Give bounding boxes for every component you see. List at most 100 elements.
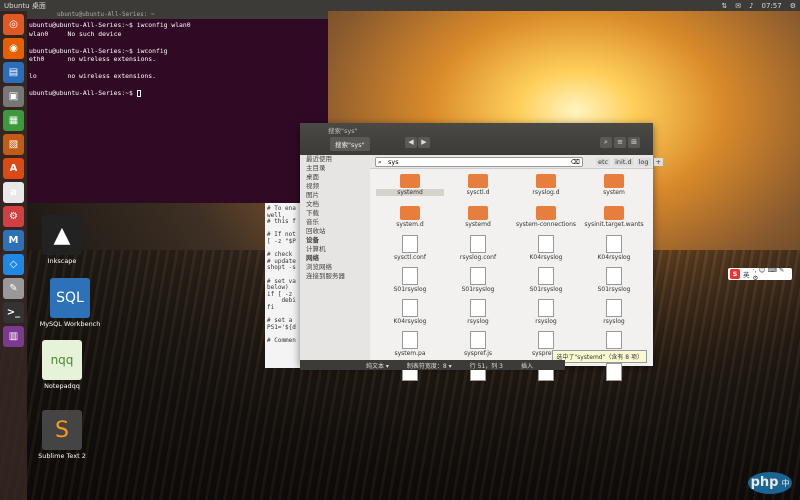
sidebar-item[interactable]: 桌面 bbox=[300, 173, 370, 182]
file-item[interactable]: K04rsyslog bbox=[512, 233, 580, 265]
top-panel: Ubuntu 桌面 ⇅ ✉ ♪ 07:57 ⚙ bbox=[0, 0, 800, 11]
desktop-icon-notepadqq[interactable]: nqq Notepadqq bbox=[30, 340, 94, 390]
sidebar-item[interactable]: 回收站 bbox=[300, 227, 370, 236]
file-item[interactable]: sysctl.conf bbox=[376, 233, 444, 265]
folder-icon bbox=[536, 174, 556, 188]
firefox-icon[interactable]: ◉ bbox=[3, 38, 24, 59]
text-file-icon bbox=[606, 299, 622, 317]
file-label: K04rsyslog bbox=[393, 318, 427, 325]
network-icon[interactable]: ⇅ bbox=[721, 2, 727, 10]
file-grid: systemd sysctl.d rsyslog.d system system.d sy… bbox=[376, 169, 648, 381]
terminal-icon[interactable]: >_ bbox=[3, 302, 24, 323]
input-method-bar[interactable]: S 英 ·, ☺ ⌨ ✎ ⚙ bbox=[728, 266, 792, 282]
language-icon[interactable]: ✉ bbox=[735, 2, 741, 10]
folder-item[interactable]: systemd bbox=[444, 201, 512, 233]
list-view-icon[interactable]: ≡ bbox=[614, 137, 626, 148]
tab-width-selector[interactable]: 制表符宽度：8 ▾ bbox=[407, 361, 452, 370]
text-file-icon bbox=[538, 267, 554, 285]
writer-icon[interactable]: ▤ bbox=[3, 62, 24, 83]
ime-extras[interactable]: ·, ☺ ⌨ ✎ ⚙ bbox=[752, 266, 792, 282]
text-editor-icon[interactable]: ✎ bbox=[3, 278, 24, 299]
text-file-icon bbox=[606, 363, 622, 381]
file-item[interactable]: S01rsyslog bbox=[444, 265, 512, 297]
clear-search-icon[interactable]: ⌫ bbox=[571, 158, 580, 167]
file-item[interactable]: rsyslog bbox=[444, 297, 512, 329]
impress-icon[interactable]: ▧ bbox=[3, 134, 24, 155]
settings-icon[interactable]: ⚙ bbox=[790, 2, 796, 10]
sidebar-item[interactable]: 连接到服务器 bbox=[300, 272, 370, 281]
forward-button[interactable]: ▶ bbox=[418, 137, 430, 148]
desktop-icon-mysql[interactable]: SQL MySQL Workbench bbox=[38, 278, 102, 328]
folder-item[interactable]: system-connections bbox=[512, 201, 580, 233]
file-item[interactable] bbox=[580, 361, 648, 393]
sidebar-item[interactable]: 下载 bbox=[300, 209, 370, 218]
clock[interactable]: 07:57 bbox=[762, 2, 782, 10]
text-file-icon bbox=[402, 267, 418, 285]
file-item[interactable]: syspref.js bbox=[444, 329, 512, 361]
file-item[interactable]: rsyslog bbox=[512, 297, 580, 329]
terminal-window[interactable]: ubuntu@ubuntu-All-Series: ~ ubuntu@ubunt… bbox=[27, 11, 328, 203]
folder-item[interactable]: rsyslog.d bbox=[512, 169, 580, 201]
terminal-titlebar[interactable]: ubuntu@ubuntu-All-Series: ~ bbox=[27, 11, 328, 19]
file-item[interactable]: K04rsyslog bbox=[580, 233, 648, 265]
system-tray: ⇅ ✉ ♪ 07:57 ⚙ bbox=[721, 2, 796, 10]
sidebar-item[interactable]: 计算机 bbox=[300, 245, 370, 254]
vscode-icon[interactable]: ◇ bbox=[3, 254, 24, 275]
ime-mode-label[interactable]: 英 bbox=[743, 269, 750, 279]
folder-icon bbox=[468, 174, 488, 188]
folder-item[interactable]: system.d bbox=[376, 201, 444, 233]
folder-item[interactable]: systemd bbox=[376, 169, 444, 201]
software-center-icon[interactable]: A bbox=[3, 158, 24, 179]
notepadqq-icon: nqq bbox=[42, 340, 82, 380]
file-label: S01rsyslog bbox=[529, 286, 563, 293]
sidebar-item[interactable]: 视频 bbox=[300, 182, 370, 191]
system-settings-icon[interactable]: ⚙ bbox=[3, 206, 24, 227]
search-icon[interactable]: ⌕ bbox=[600, 137, 612, 148]
desktop-icon-inkscape[interactable]: ▲ Inkscape bbox=[30, 215, 94, 265]
sidebar-item[interactable]: 文档 bbox=[300, 200, 370, 209]
file-item[interactable]: K04rsyslog bbox=[376, 297, 444, 329]
search-tab[interactable]: 搜索"sys" bbox=[330, 137, 370, 151]
sidebar-item[interactable]: 最近使用 bbox=[300, 155, 370, 164]
folder-item[interactable]: sysinit.target.wants bbox=[580, 201, 648, 233]
file-item[interactable]: S01rsyslog bbox=[376, 265, 444, 297]
file-item[interactable]: system.pa bbox=[376, 329, 444, 361]
sidebar-item[interactable]: 音乐 bbox=[300, 218, 370, 227]
back-button[interactable]: ◀ bbox=[405, 137, 417, 148]
search-input[interactable]: ⌕ sys ⌫ bbox=[375, 157, 583, 167]
files-icon[interactable]: ▣ bbox=[3, 86, 24, 107]
breadcrumb-item[interactable]: init.d bbox=[613, 158, 634, 166]
file-manager-window[interactable]: 搜索"sys" 搜索"sys" ◀ ▶ ⌕ ≡ ⊞ ⌕ sys ⌫ etc in… bbox=[300, 123, 663, 381]
folder-item[interactable]: system bbox=[580, 169, 648, 201]
sidebar-item[interactable]: 图片 bbox=[300, 191, 370, 200]
terminal-cursor bbox=[136, 89, 141, 97]
ubuntu-logo-icon[interactable]: ◎ bbox=[3, 14, 24, 35]
breadcrumb-item[interactable]: log bbox=[636, 158, 651, 166]
file-label: syspref.js bbox=[463, 350, 492, 357]
file-label: system.pa bbox=[394, 350, 426, 357]
desktop-icon-sublime[interactable]: S Sublime Text 2 bbox=[30, 410, 94, 460]
inkscape-icon: ▲ bbox=[42, 215, 82, 255]
sogou-logo-icon: S bbox=[730, 269, 740, 279]
file-item[interactable]: rsyslog.conf bbox=[444, 233, 512, 265]
language-selector[interactable]: 纯文本 ▾ bbox=[366, 361, 389, 370]
breadcrumb-item[interactable]: etc bbox=[596, 158, 611, 166]
volume-icon[interactable]: ♪ bbox=[749, 2, 753, 10]
text-file-icon bbox=[402, 235, 418, 253]
sidebar-item[interactable]: 浏览网络 bbox=[300, 263, 370, 272]
app-icon[interactable]: ▥ bbox=[3, 326, 24, 347]
grid-view-icon[interactable]: ⊞ bbox=[628, 137, 640, 148]
file-item[interactable]: rsyslog bbox=[580, 297, 648, 329]
mysql-workbench-icon[interactable]: M bbox=[3, 230, 24, 251]
file-label: S01rsyslog bbox=[597, 286, 631, 293]
sidebar-item[interactable]: 主目录 bbox=[300, 164, 370, 173]
add-icon[interactable]: + bbox=[653, 158, 663, 166]
search-icon: ⌕ bbox=[378, 158, 382, 166]
file-item[interactable]: S01rsyslog bbox=[512, 265, 580, 297]
calc-icon[interactable]: ▦ bbox=[3, 110, 24, 131]
file-item[interactable]: S01rsyslog bbox=[580, 265, 648, 297]
file-label: K04rsyslog bbox=[597, 254, 631, 261]
folder-item[interactable]: sysctl.d bbox=[444, 169, 512, 201]
amazon-icon[interactable]: a bbox=[3, 182, 24, 203]
terminal-output[interactable]: ubuntu@ubuntu-All-Series:~$ iwconfig wla… bbox=[27, 19, 328, 100]
